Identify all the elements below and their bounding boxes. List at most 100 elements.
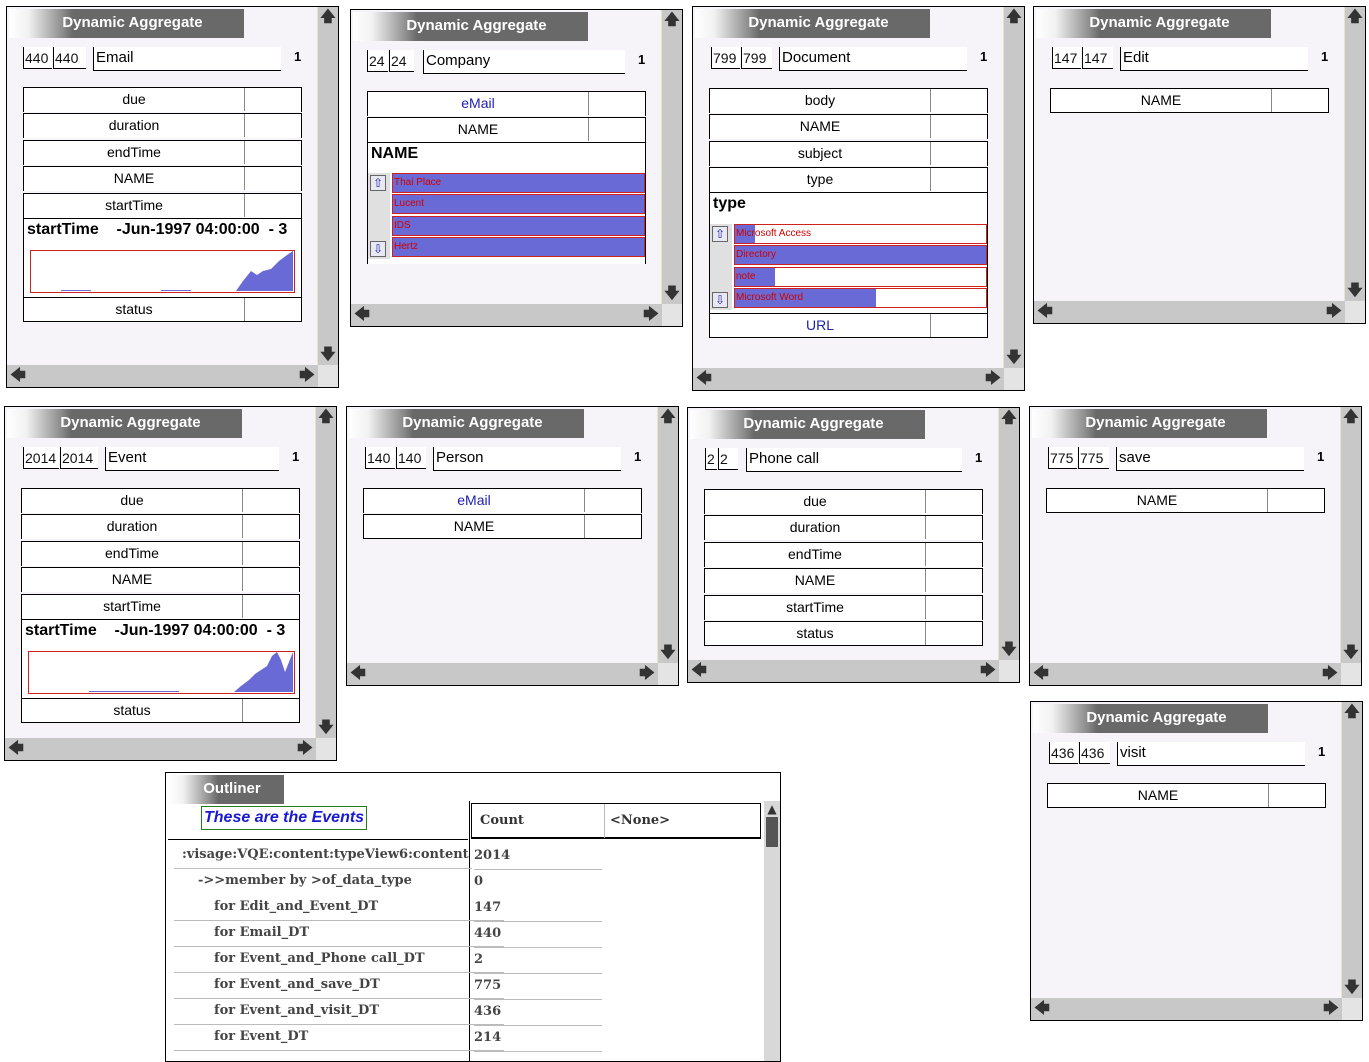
- list-item[interactable]: note: [734, 267, 987, 287]
- horizontal-scrollbar[interactable]: 🡄 🡆: [1030, 663, 1341, 685]
- resize-corner[interactable]: [316, 738, 336, 760]
- tree-row[interactable]: for Edit_and_Event_DT: [174, 894, 504, 921]
- scroll-right-arrow-icon[interactable]: 🡆: [985, 371, 1001, 387]
- scroll-right-arrow-icon[interactable]: 🡆: [1323, 1001, 1339, 1017]
- count-field-a[interactable]: 140: [365, 447, 395, 469]
- field-row[interactable]: NAME: [1047, 783, 1326, 808]
- count-field-b[interactable]: 799: [741, 47, 772, 69]
- scroll-up-arrow-icon[interactable]: 🡅: [1344, 704, 1360, 720]
- vertical-scrollbar[interactable]: 🡅 🡇: [316, 407, 336, 738]
- title-bar[interactable]: Dynamic Aggregate: [1032, 409, 1267, 438]
- horizontal-scrollbar[interactable]: 🡄 🡆: [5, 738, 316, 760]
- type-name-field[interactable]: Document: [779, 47, 967, 71]
- horizontal-scrollbar[interactable]: 🡄 🡆: [351, 304, 662, 326]
- field-row[interactable]: startTime: [21, 594, 300, 619]
- count-field-a[interactable]: 775: [1048, 447, 1077, 469]
- field-row[interactable]: type: [709, 167, 988, 192]
- scroll-left-arrow-icon[interactable]: 🡄: [1033, 666, 1049, 682]
- list-item[interactable]: Microsoft Access: [734, 224, 987, 244]
- list-item[interactable]: Microsoft Word: [734, 288, 987, 308]
- scroll-right-arrow-icon[interactable]: 🡆: [639, 666, 655, 682]
- title-bar[interactable]: Outliner: [168, 775, 284, 804]
- scroll-right-arrow-icon[interactable]: 🡆: [980, 663, 996, 679]
- title-bar[interactable]: Dynamic Aggregate: [1033, 704, 1268, 733]
- type-name-field[interactable]: Edit: [1120, 47, 1308, 71]
- scroll-left-arrow-icon[interactable]: 🡄: [1037, 304, 1053, 320]
- scroll-down-arrow-icon[interactable]: 🡇: [1344, 980, 1360, 996]
- list-up-arrow-icon[interactable]: ⇧: [370, 175, 386, 191]
- field-row[interactable]: due: [23, 87, 302, 112]
- scroll-right-arrow-icon[interactable]: 🡆: [1326, 304, 1342, 320]
- horizontal-scrollbar[interactable]: 🡄 🡆: [693, 368, 1004, 390]
- title-bar[interactable]: Dynamic Aggregate: [1036, 9, 1271, 38]
- scroll-down-arrow-icon[interactable]: 🡇: [1001, 642, 1017, 658]
- field-row[interactable]: eMail: [363, 488, 642, 513]
- vertical-scrollbar[interactable]: 🡅 🡇: [1341, 407, 1361, 663]
- resize-corner[interactable]: [662, 304, 682, 326]
- vertical-scrollbar[interactable]: 🡅 🡇: [318, 7, 338, 365]
- field-row[interactable]: body: [709, 88, 988, 113]
- field-row[interactable]: NAME: [709, 114, 988, 139]
- count-field-b[interactable]: 436: [1079, 742, 1110, 764]
- list-item[interactable]: Hertz: [392, 237, 645, 257]
- list-down-arrow-icon[interactable]: ⇩: [370, 241, 386, 257]
- count-field-b[interactable]: 140: [396, 447, 426, 469]
- field-row[interactable]: endTime: [21, 541, 300, 566]
- field-row[interactable]: NAME: [1050, 88, 1329, 113]
- resize-corner[interactable]: [318, 365, 338, 387]
- list-scrollbar[interactable]: ⇧ ⇩: [710, 224, 732, 310]
- scroll-left-arrow-icon[interactable]: 🡄: [696, 371, 712, 387]
- scroll-down-arrow-icon[interactable]: 🡇: [660, 645, 676, 661]
- horizontal-scrollbar[interactable]: 🡄 🡆: [7, 365, 318, 387]
- field-row[interactable]: NAME: [704, 568, 983, 593]
- scroll-right-arrow-icon[interactable]: 🡆: [299, 368, 315, 384]
- field-row[interactable]: status: [21, 698, 300, 723]
- count-field-a[interactable]: 799: [711, 47, 740, 69]
- list-up-arrow-icon[interactable]: ⇧: [712, 226, 728, 242]
- field-row[interactable]: endTime: [704, 542, 983, 567]
- resize-corner[interactable]: [1345, 301, 1365, 323]
- field-row[interactable]: NAME: [367, 117, 646, 142]
- type-name-field[interactable]: Company: [423, 50, 625, 74]
- scroll-thumb[interactable]: [766, 817, 778, 847]
- field-row[interactable]: due: [704, 489, 983, 514]
- expanded-field[interactable]: startTime -Jun-1997 04:00:00 - 3: [21, 619, 300, 699]
- field-row[interactable]: duration: [704, 515, 983, 540]
- scroll-down-arrow-icon[interactable]: 🡇: [1006, 350, 1022, 366]
- count-field-b[interactable]: 2: [718, 448, 738, 470]
- count-field-b[interactable]: 2014: [60, 447, 98, 469]
- title-bar[interactable]: Dynamic Aggregate: [7, 409, 242, 438]
- field-row[interactable]: startTime: [23, 193, 302, 218]
- column-none-header[interactable]: <None>: [604, 804, 670, 838]
- scroll-left-arrow-icon[interactable]: 🡄: [8, 741, 24, 757]
- value-list[interactable]: ⇧ ⇩ Microsoft Access Directory note Micro…: [710, 224, 987, 310]
- tree-row[interactable]: for Event_and_Phone call_DT: [174, 946, 504, 973]
- expanded-field[interactable]: type ⇧ ⇩ Microsoft Access Directory note …: [709, 192, 988, 314]
- scroll-down-arrow-icon[interactable]: 🡇: [318, 720, 334, 736]
- scroll-down-arrow-icon[interactable]: 🡇: [1343, 645, 1359, 661]
- count-field-a[interactable]: 147: [1052, 47, 1081, 69]
- field-row[interactable]: NAME: [21, 567, 300, 592]
- vertical-scrollbar[interactable]: 🡅 🡇: [662, 10, 682, 304]
- list-down-arrow-icon[interactable]: ⇩: [712, 292, 728, 308]
- field-row[interactable]: NAME: [363, 514, 642, 539]
- field-row[interactable]: startTime: [704, 595, 983, 620]
- type-name-field[interactable]: Person: [433, 447, 621, 471]
- scroll-down-arrow-icon[interactable]: 🡇: [1347, 283, 1363, 299]
- resize-corner[interactable]: [658, 663, 678, 685]
- vertical-scrollbar[interactable]: 🡅 🡇: [658, 407, 678, 663]
- vertical-scrollbar[interactable]: 🡅 🡇: [999, 408, 1019, 660]
- scroll-right-arrow-icon[interactable]: 🡆: [297, 741, 313, 757]
- scroll-up-arrow-icon[interactable]: 🡅: [318, 409, 334, 425]
- scroll-up-arrow-icon[interactable]: 🡅: [1347, 9, 1363, 25]
- type-name-field[interactable]: Event: [105, 447, 279, 471]
- field-row[interactable]: NAME: [1046, 488, 1325, 513]
- scroll-left-arrow-icon[interactable]: 🡄: [354, 307, 370, 323]
- resize-corner[interactable]: [1342, 998, 1362, 1020]
- scroll-up-arrow-icon[interactable]: 🡅: [320, 9, 336, 25]
- count-field-b[interactable]: 24: [389, 50, 414, 72]
- count-field-a[interactable]: 24: [367, 50, 388, 72]
- count-field-b[interactable]: 775: [1078, 447, 1109, 469]
- tree-row[interactable]: :visage:VQE:content:typeView6:content: [174, 842, 472, 869]
- title-bar[interactable]: Dynamic Aggregate: [690, 410, 925, 439]
